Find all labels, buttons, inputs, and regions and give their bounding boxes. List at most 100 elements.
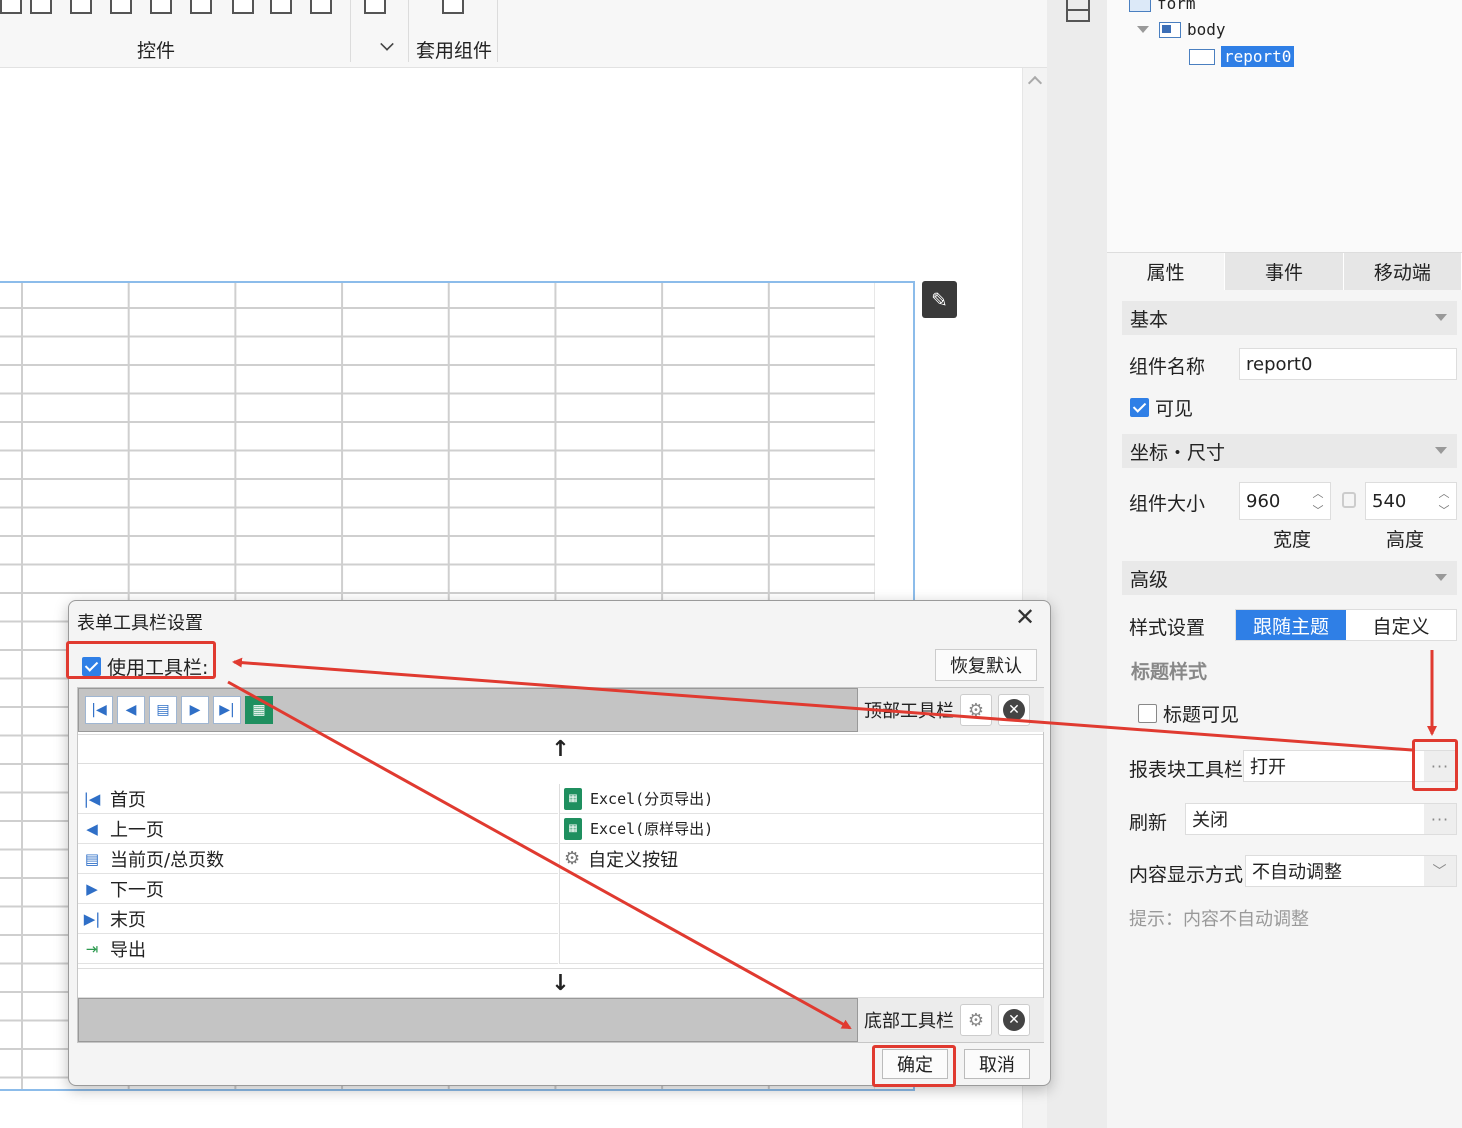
checkbox-widget-icon[interactable] [310,0,332,14]
content-mode-select[interactable]: 不自动调整 ﹀ [1245,855,1457,887]
form-icon [1129,0,1151,12]
component-name-input[interactable]: report0 [1239,348,1457,380]
gear-icon[interactable]: ⚙ [960,694,992,726]
name-label: 组件名称 [1129,356,1206,378]
advanced-section-header[interactable]: 高级 [1122,561,1457,595]
refresh-ellipsis-button[interactable]: ··· [1424,804,1456,834]
annotation-box-ok [872,1045,956,1087]
bottom-toolbar-label: 底部工具栏 [864,1011,954,1032]
height-value: 540 [1372,490,1407,512]
widget-template-icon[interactable] [442,0,464,14]
edit-icon[interactable]: ✎ [922,281,957,318]
export-icon: ⇥ [85,939,99,958]
dropdown-widget-icon[interactable] [70,0,92,14]
move-down-row[interactable]: ↓ [78,968,1043,998]
style-toggle[interactable]: 跟随主题 自定义 [1235,609,1457,641]
up-icon[interactable]: ︿ [1313,488,1324,499]
width-spinner[interactable]: ︿ ﹀ [1308,485,1328,519]
list-item[interactable]: ▤ 当前页/总页数 [78,844,558,874]
down-icon[interactable]: ﹀ [1313,505,1324,516]
list-item[interactable]: ▶ 下一页 [78,874,558,904]
refresh-field[interactable]: 关闭 ··· [1185,803,1457,835]
first-page-icon[interactable]: |◀ [85,696,113,724]
list-item-empty [560,904,1043,934]
top-toolbar-strip[interactable]: |◀ ◀ ▤ ▶ ▶| ▦ [78,688,858,732]
visible-checkbox-row[interactable]: 可见 [1130,394,1193,421]
item-label: 导出 [110,939,146,961]
scroll-up-icon[interactable] [1027,75,1043,91]
last-page-icon[interactable]: ▶| [213,696,241,724]
content-mode-hint: 提示：内容不自动调整 [1129,909,1309,930]
list-item[interactable]: ⚙ 自定义按钮 [560,844,1043,874]
next-page-icon[interactable]: ▶ [181,696,209,724]
lock-icon[interactable] [1342,492,1356,508]
tab-mobile[interactable]: 移动端 [1344,253,1462,290]
visible-checkbox[interactable] [1130,398,1149,417]
up-icon[interactable]: ︿ [1439,488,1450,499]
radio-widget-icon[interactable] [270,0,292,14]
grid-widget-icon[interactable] [150,0,172,14]
next-page-icon: ▶ [86,879,98,898]
page-count-icon[interactable]: ▤ [149,696,177,724]
list-item[interactable]: ◀ 上一页 [78,814,558,844]
move-up-row[interactable]: ↑ [78,734,1043,764]
list-item[interactable]: ▦ Excel(分页导出) [560,784,1043,814]
widgets-group-label[interactable]: 套用组件 [416,36,492,63]
remove-icon[interactable]: ✕ [998,694,1030,726]
query-widget-icon[interactable] [364,0,386,14]
height-spinner[interactable]: ︿ ﹀ [1434,485,1454,519]
page-count-icon: ▤ [84,849,100,868]
component-toolbar: 控件 套用组件 [0,0,1047,68]
tab-properties[interactable]: 属性 [1107,253,1226,290]
remove-icon[interactable]: ✕ [998,1004,1030,1036]
form-widget-icon[interactable] [0,0,22,14]
basic-section-header[interactable]: 基本 [1122,301,1457,335]
list-widget-icon[interactable] [110,0,132,14]
section-title: 基本 [1130,308,1169,331]
chevron-down-icon[interactable] [380,37,394,51]
list-item[interactable]: ▶| 末页 [78,904,558,934]
tree-node-label: form [1157,0,1196,13]
item-label: 末页 [110,909,146,931]
gear-icon[interactable]: ⚙ [960,1004,992,1036]
prev-page-icon[interactable]: ◀ [117,696,145,724]
content-mode-value: 不自动调整 [1252,862,1342,883]
height-input[interactable]: 540 ︿ ﹀ [1365,482,1457,520]
report-toolbar-label: 报表块工具栏 [1129,759,1244,781]
textarea-widget-icon[interactable] [232,0,254,14]
tree-node-body[interactable]: body [1137,20,1226,39]
expand-icon[interactable] [1137,26,1149,33]
title-visible-checkbox[interactable] [1138,704,1157,723]
tab-events[interactable]: 事件 [1225,253,1344,290]
list-item[interactable]: ▦ Excel(原样导出) [560,814,1043,844]
tree-node-report[interactable]: report0 [1189,46,1295,67]
position-section-header[interactable]: 坐标・尺寸 [1122,434,1457,468]
cancel-button[interactable]: 取消 [964,1049,1030,1079]
arrow-down-icon[interactable]: ↓ [551,971,569,996]
width-input[interactable]: 960 ︿ ﹀ [1239,482,1331,520]
chevron-down-icon[interactable]: ﹀ [1424,856,1456,886]
restore-default-button[interactable]: 恢复默认 [935,649,1037,681]
title-visible-row[interactable]: 标题可见 [1138,700,1239,727]
collapse-icon [1435,447,1447,454]
close-icon[interactable]: ✕ [1015,605,1035,629]
down-icon[interactable]: ﹀ [1439,505,1450,516]
layout-icon[interactable] [1066,0,1090,22]
excel-icon: ▦ [564,817,582,840]
arrow-up-icon[interactable]: ↑ [551,737,569,762]
style-follow-theme[interactable]: 跟随主题 [1236,610,1346,640]
number-widget-icon[interactable] [190,0,212,14]
textbox-widget-icon[interactable] [30,0,52,14]
style-custom[interactable]: 自定义 [1346,610,1456,640]
bottom-toolbar-strip[interactable] [78,998,858,1042]
style-label: 样式设置 [1129,617,1206,639]
body-icon [1159,21,1181,38]
list-item[interactable]: ⇥ 导出 [78,934,558,964]
tree-node-form[interactable]: form [1129,0,1196,13]
list-item[interactable]: |◀ 首页 [78,784,558,814]
collapse-icon [1435,314,1447,321]
width-value: 960 [1246,490,1281,512]
report-toolbar-value: 打开 [1250,757,1286,778]
excel-export-icon[interactable]: ▦ [245,696,273,724]
top-toolbar-controls: 顶部工具栏 ⚙ ✕ [858,688,1044,732]
